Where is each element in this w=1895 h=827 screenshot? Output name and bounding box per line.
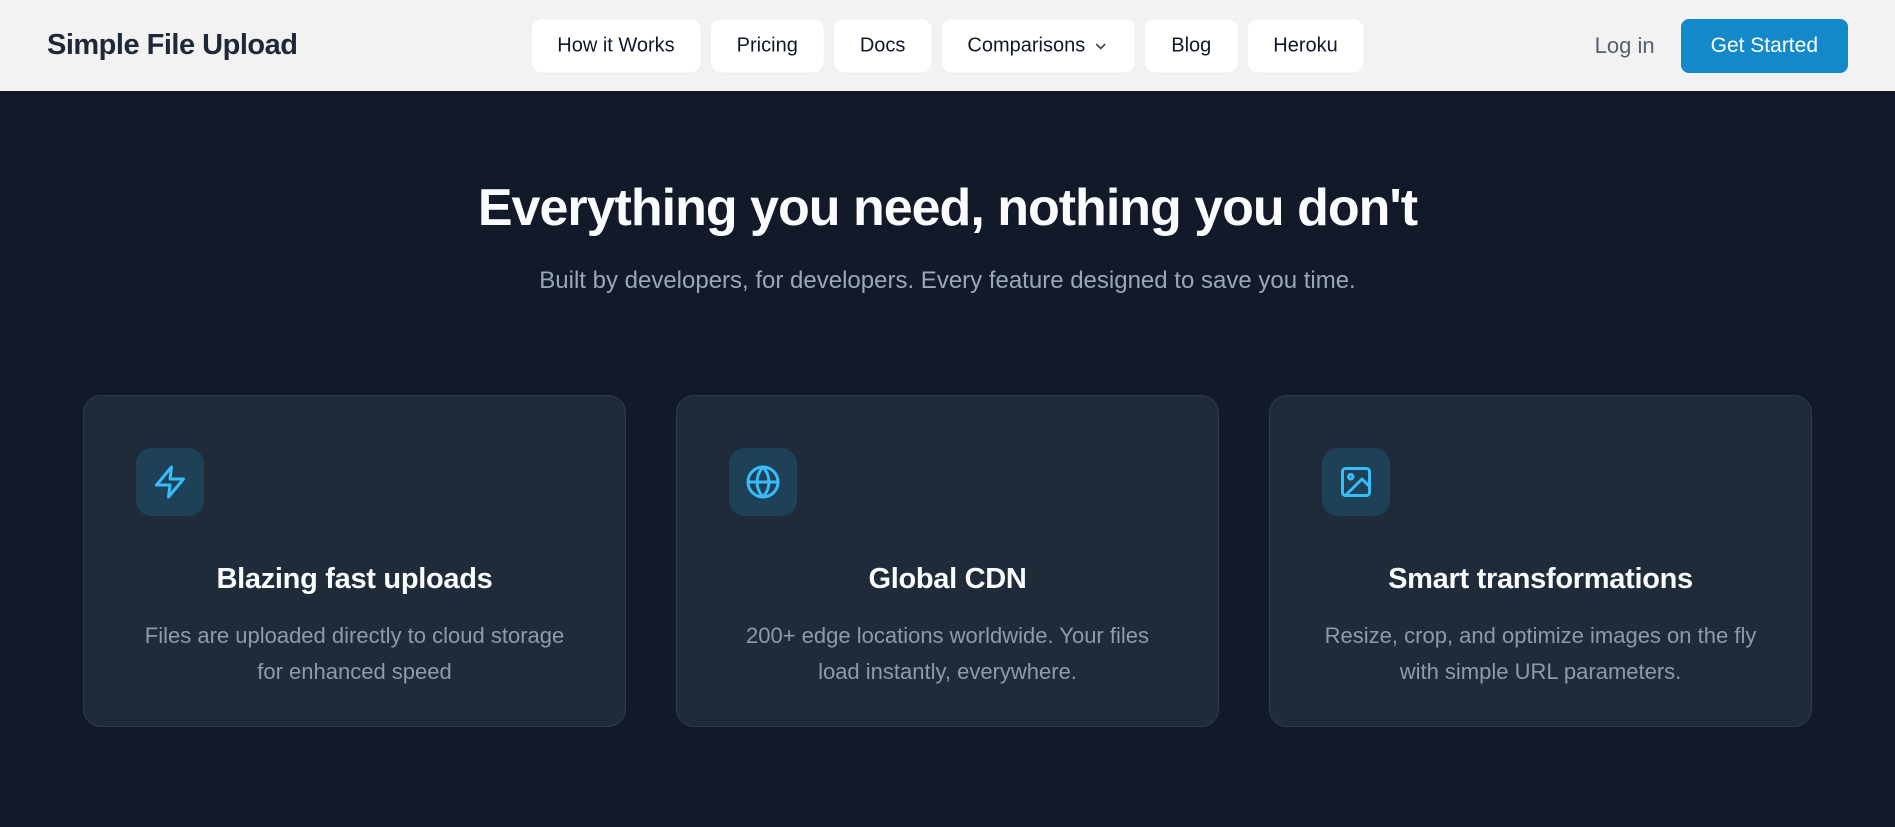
main-nav: How it Works Pricing Docs Comparisons Bl… bbox=[531, 19, 1363, 72]
feature-icon-tile bbox=[136, 448, 204, 516]
feature-card-smart-transformations: Smart transformations Resize, crop, and … bbox=[1269, 395, 1812, 727]
nav-docs[interactable]: Docs bbox=[834, 19, 932, 72]
feature-title: Smart transformations bbox=[1322, 563, 1759, 596]
header: Simple File Upload How it Works Pricing … bbox=[0, 0, 1895, 91]
nav-blog[interactable]: Blog bbox=[1145, 19, 1237, 72]
feature-icon-tile bbox=[729, 448, 797, 516]
hero-section: Everything you need, nothing you don't B… bbox=[0, 91, 1895, 727]
feature-card-global-cdn: Global CDN 200+ edge locations worldwide… bbox=[676, 395, 1219, 727]
features-grid: Blazing fast uploads Files are uploaded … bbox=[83, 395, 1812, 727]
image-icon bbox=[1338, 464, 1374, 500]
nav-docs-label: Docs bbox=[860, 34, 906, 57]
chevron-down-icon bbox=[1093, 39, 1109, 55]
nav-blog-label: Blog bbox=[1171, 34, 1211, 57]
nav-comparisons-label: Comparisons bbox=[967, 34, 1085, 57]
nav-how-it-works-label: How it Works bbox=[557, 34, 674, 57]
hero-subtitle: Built by developers, for developers. Eve… bbox=[0, 267, 1895, 295]
hero-title: Everything you need, nothing you don't bbox=[0, 179, 1895, 239]
get-started-button[interactable]: Get Started bbox=[1681, 19, 1848, 73]
nav-pricing[interactable]: Pricing bbox=[711, 19, 824, 72]
login-link[interactable]: Log in bbox=[1595, 33, 1655, 59]
nav-pricing-label: Pricing bbox=[737, 34, 798, 57]
feature-title: Blazing fast uploads bbox=[136, 563, 573, 596]
logo[interactable]: Simple File Upload bbox=[47, 29, 297, 62]
header-actions: Log in Get Started bbox=[1595, 19, 1848, 73]
feature-description: 200+ edge locations worldwide. Your file… bbox=[729, 618, 1166, 690]
nav-heroku[interactable]: Heroku bbox=[1247, 19, 1363, 72]
nav-how-it-works[interactable]: How it Works bbox=[531, 19, 700, 72]
nav-comparisons[interactable]: Comparisons bbox=[941, 19, 1135, 72]
globe-icon bbox=[745, 464, 781, 500]
nav-heroku-label: Heroku bbox=[1273, 34, 1337, 57]
feature-card-blazing-fast-uploads: Blazing fast uploads Files are uploaded … bbox=[83, 395, 626, 727]
feature-description: Resize, crop, and optimize images on the… bbox=[1322, 618, 1759, 690]
feature-icon-tile bbox=[1322, 448, 1390, 516]
feature-title: Global CDN bbox=[729, 563, 1166, 596]
feature-description: Files are uploaded directly to cloud sto… bbox=[136, 618, 573, 690]
lightning-bolt-icon bbox=[152, 464, 188, 500]
